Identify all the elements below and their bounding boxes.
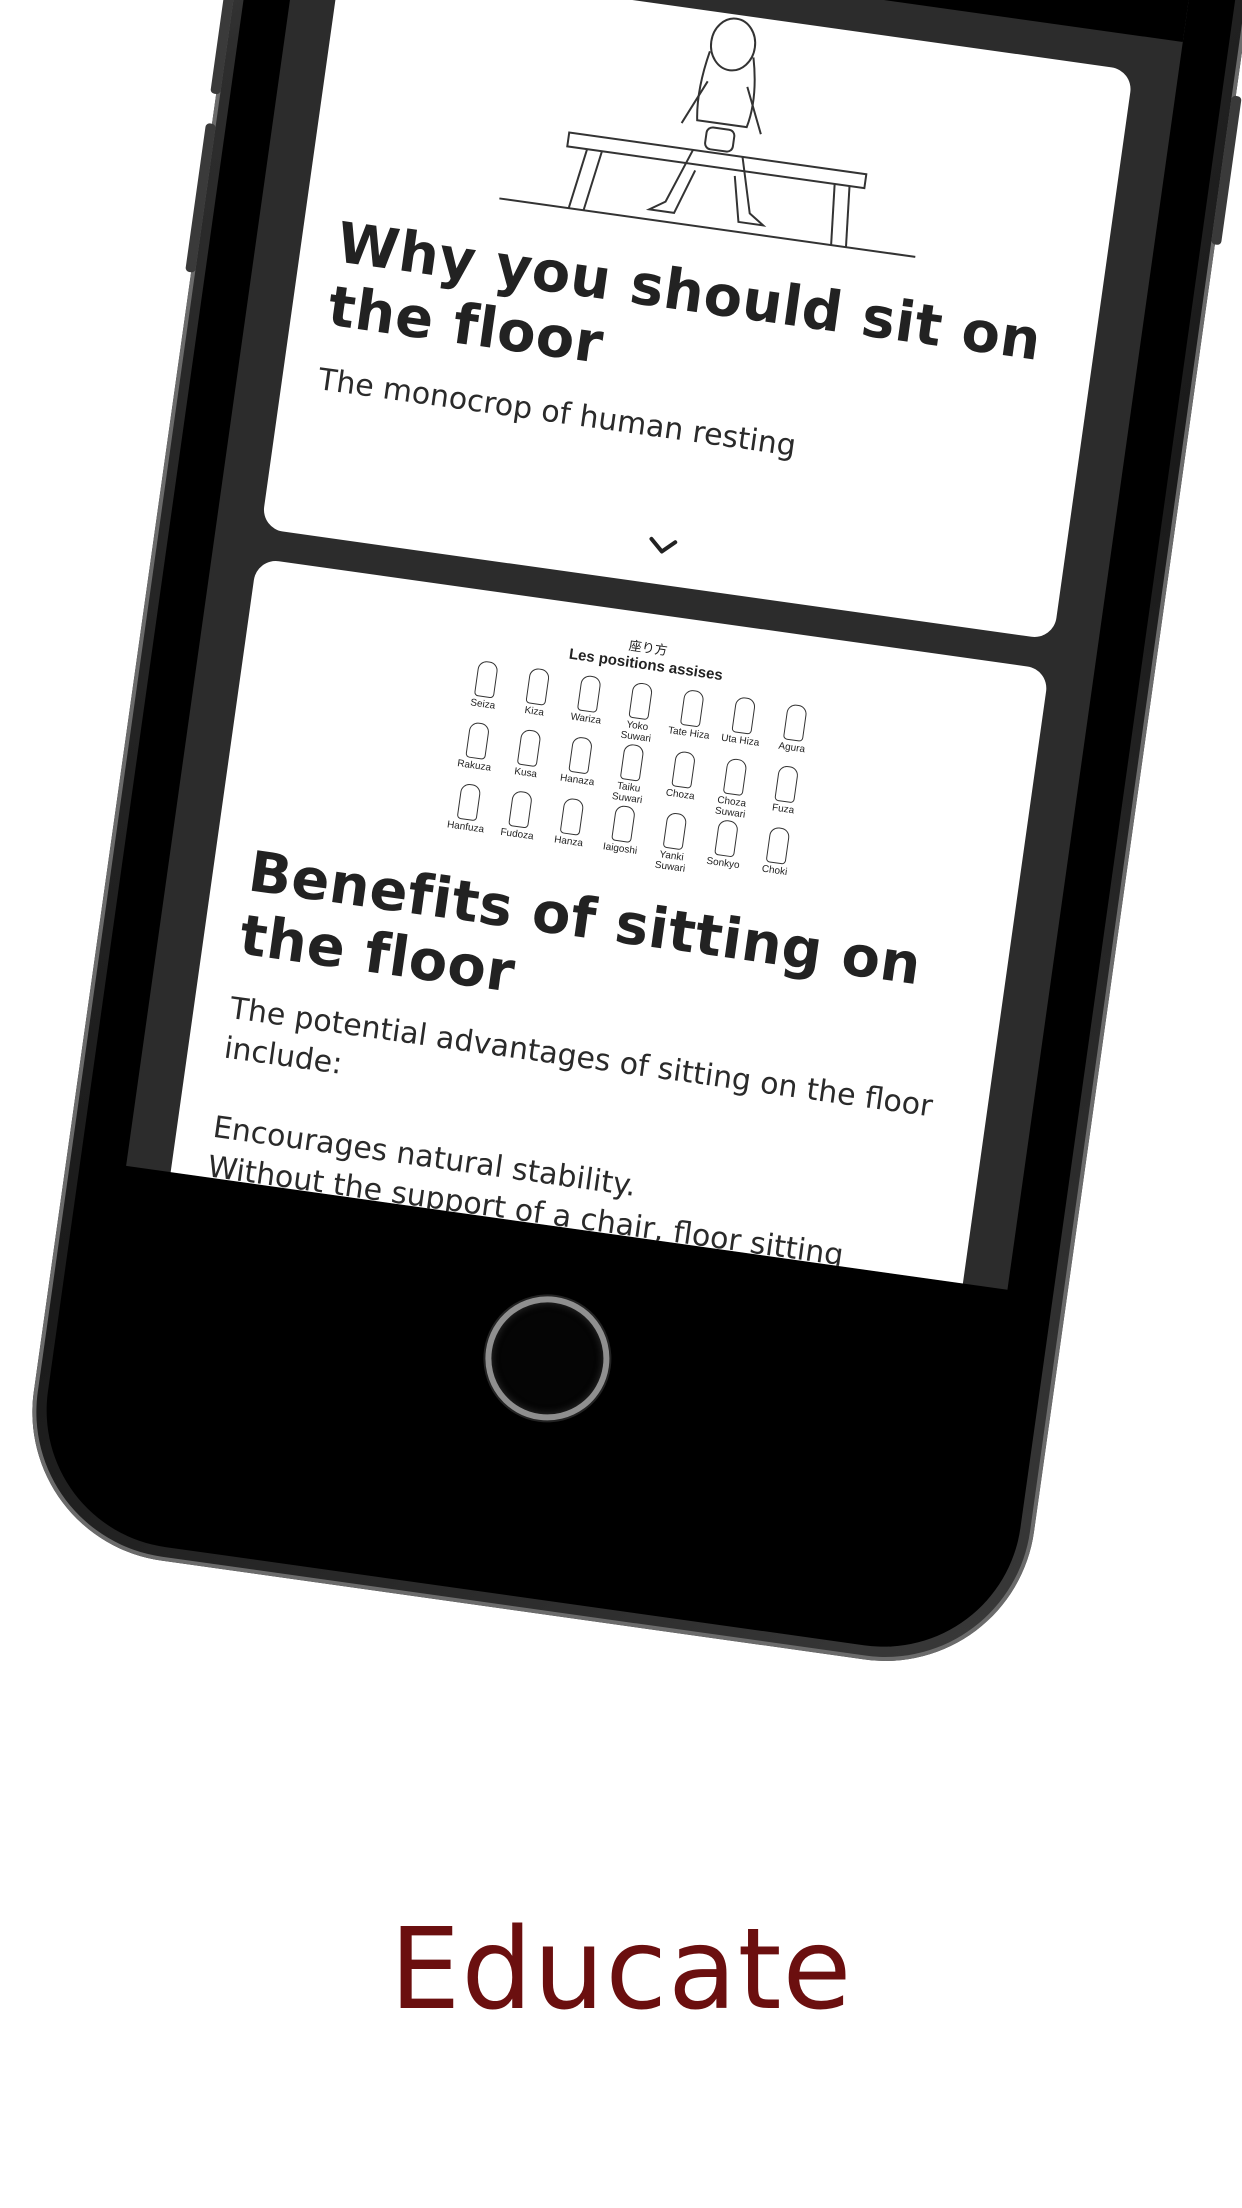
posture-item: Choza Suwari xyxy=(704,753,764,822)
posture-item: Sonkyo xyxy=(695,815,755,884)
posture-item: Kusa xyxy=(498,725,558,794)
posture-item: Seiza xyxy=(455,656,515,725)
posture-item: Uta Hiza xyxy=(712,692,772,761)
phone-mockup: Why you should sit on the floor The mono… xyxy=(0,0,1242,1760)
posture-item: Hanaza xyxy=(549,732,609,801)
app-screen: Why you should sit on the floor The mono… xyxy=(126,0,1201,1290)
posture-item: Iaigoshi xyxy=(592,800,652,869)
posture-item: Hanfuza xyxy=(437,779,497,848)
posture-item: Rakuza xyxy=(446,717,506,786)
posture-item: Fuza xyxy=(755,761,815,830)
posture-item: Choza xyxy=(652,746,712,815)
posture-item: Taiku Suwari xyxy=(601,739,661,808)
posture-item: Wariza xyxy=(558,670,618,739)
home-button[interactable] xyxy=(477,1288,618,1429)
posture-item: Agura xyxy=(764,699,824,768)
posture-item: Fudoza xyxy=(489,786,549,855)
posture-item: Hanza xyxy=(540,793,600,862)
article-card-benefits[interactable]: 座り方 Les positions assises Seiza Kiza War… xyxy=(159,558,1050,1290)
posture-item: Yanki Suwari xyxy=(643,808,703,877)
phone-frame: Why you should sit on the floor The mono… xyxy=(12,0,1242,1681)
posture-item: Choki xyxy=(746,822,806,891)
posture-item: Tate Hiza xyxy=(661,685,721,754)
article-card-sit-floor[interactable]: Why you should sit on the floor The mono… xyxy=(261,0,1134,640)
chevron-down-icon[interactable] xyxy=(645,534,679,558)
promo-caption: Educate xyxy=(389,1905,853,2035)
posture-item: Kiza xyxy=(506,663,566,732)
posture-item: Yoko Suwari xyxy=(609,678,669,747)
phone-bezel: Why you should sit on the floor The mono… xyxy=(28,0,1242,1665)
